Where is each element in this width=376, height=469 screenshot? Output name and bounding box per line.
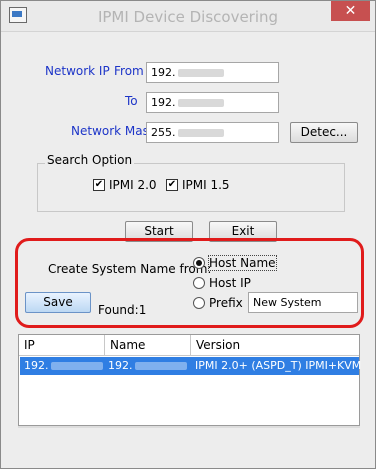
- network-mask-label: Network Mask: [71, 124, 156, 138]
- column-header-version[interactable]: Version: [191, 335, 359, 356]
- ipmi-discovery-window: IPMI Device Discovering ✕ Network IP Fro…: [0, 0, 376, 469]
- table-scrollbar[interactable]: [18, 426, 360, 428]
- redacted-mask: [177, 69, 224, 77]
- to-ip-value: 192.: [151, 96, 176, 109]
- column-header-ip[interactable]: IP: [19, 335, 105, 356]
- to-ip-field[interactable]: 192.: [146, 92, 279, 113]
- ipmi15-label: IPMI 1.5: [182, 178, 230, 192]
- results-table[interactable]: IP Name Version 192. 192. IPMI 2.0+ (ASP…: [18, 334, 362, 426]
- close-button[interactable]: ✕: [331, 1, 370, 21]
- redacted-mask: [177, 129, 224, 137]
- detect-button[interactable]: Detec...: [290, 122, 358, 143]
- redacted-mask: [177, 99, 224, 107]
- table-row[interactable]: 192. 192. IPMI 2.0+ (ASPD_T) IPMI+KVM: [20, 357, 362, 375]
- from-ip-value: 192.: [151, 66, 176, 79]
- ipmi20-checkbox[interactable]: ✔: [93, 179, 105, 191]
- row-version: IPMI 2.0+ (ASPD_T) IPMI+KVM: [195, 359, 362, 372]
- redacted-mask: [134, 362, 187, 370]
- network-ip-label: Network IP: [45, 64, 110, 78]
- window-title: IPMI Device Discovering: [97, 8, 279, 26]
- search-option-title: Search Option: [45, 153, 135, 167]
- network-mask-value: 255.: [151, 126, 176, 139]
- ipmi15-checkbox[interactable]: ✔: [166, 179, 178, 191]
- to-label: To: [125, 94, 138, 108]
- highlight-annotation: [15, 238, 364, 328]
- title-bar[interactable]: IPMI Device Discovering ✕: [1, 1, 375, 32]
- row-ip: 192.: [24, 359, 103, 372]
- ipmi20-label: IPMI 2.0: [109, 178, 157, 192]
- row-name: 192.: [108, 359, 187, 372]
- column-header-name[interactable]: Name: [105, 335, 191, 356]
- from-ip-field[interactable]: 192.: [146, 62, 279, 83]
- network-mask-field[interactable]: 255.: [146, 122, 279, 143]
- redacted-mask: [50, 362, 103, 370]
- from-label: From: [114, 64, 144, 78]
